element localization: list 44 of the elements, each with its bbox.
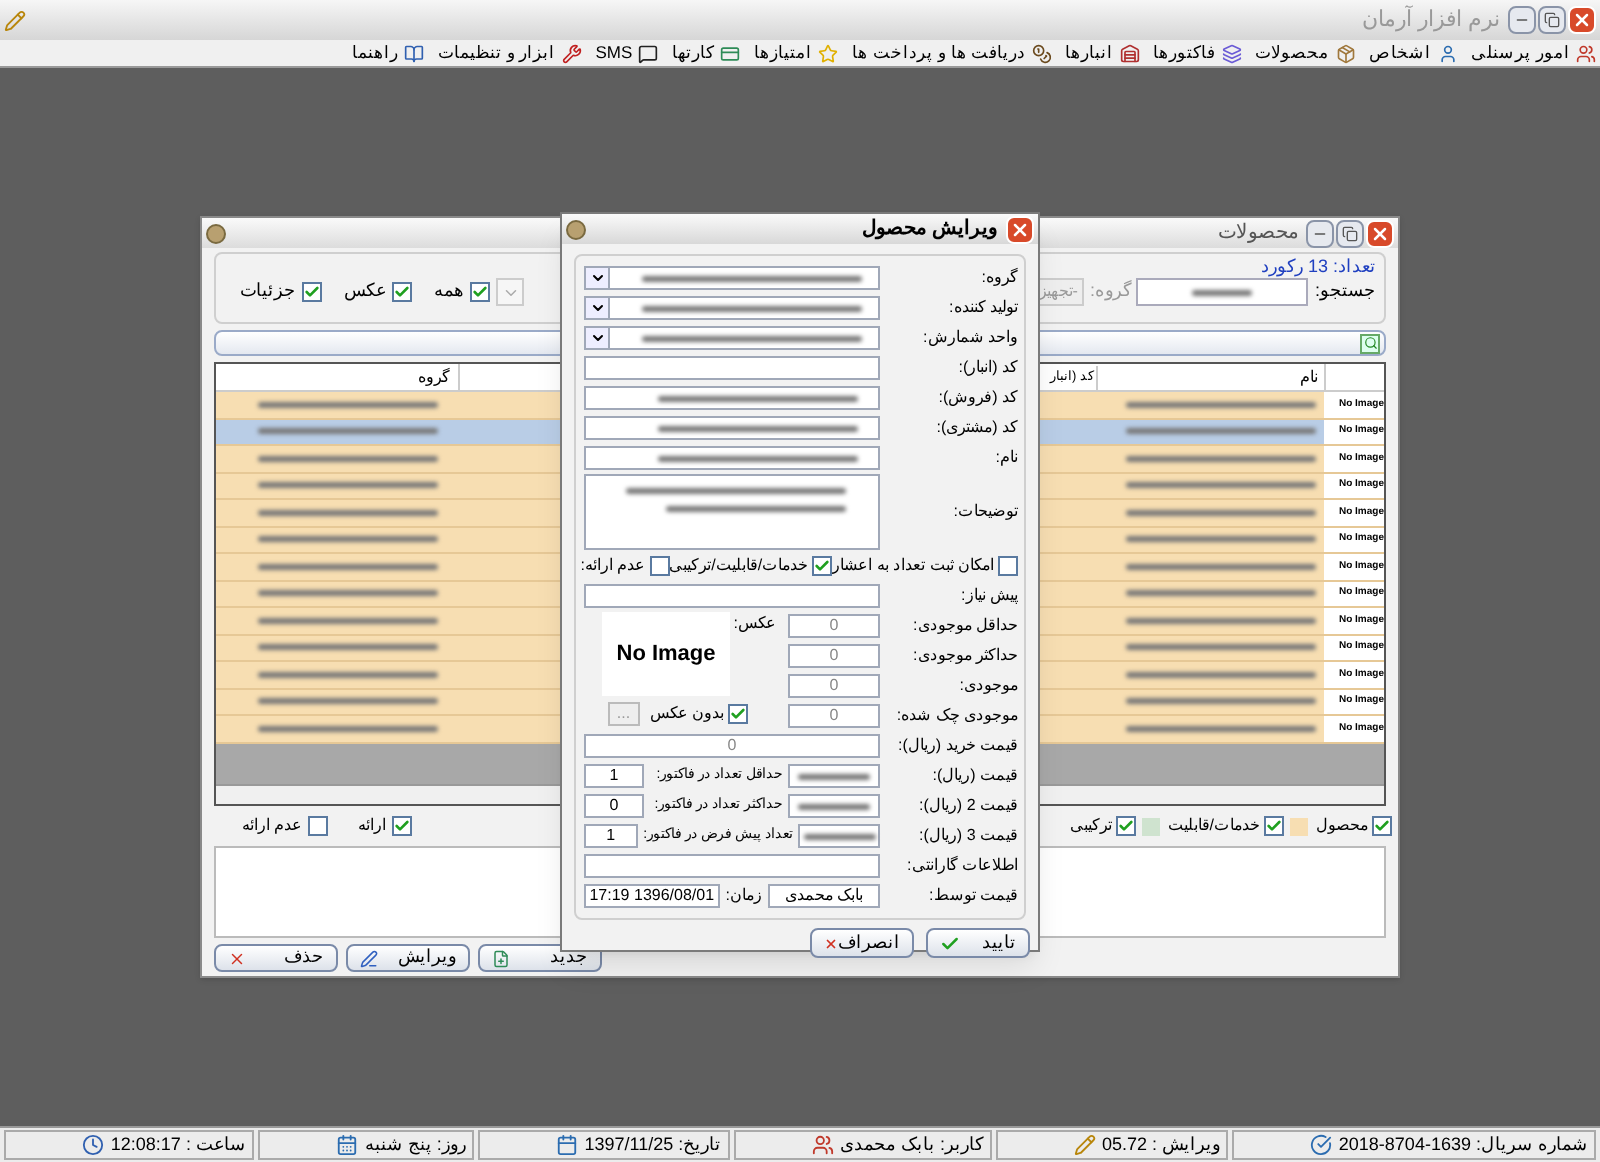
status-text: ساعت : 12:08:17 [110,1131,246,1158]
record-count: تعداد: 13 رکورد [1260,254,1376,278]
field-label: موجودی: [957,674,1018,698]
field-label: واحد شمارش: [921,326,1018,350]
field-label: کد (انبار): [956,356,1018,380]
checkbox-label: ارائه [358,814,387,838]
option-label: عدم ارائه: [580,554,646,578]
field-label: جستجو: [1314,278,1376,305]
legend-label: ترکیبی [1069,814,1112,838]
field-label: توضیحات: [951,500,1018,524]
field-label: موجودی چک شده: [894,704,1018,728]
field-label: حداقل موجودی: [911,614,1018,638]
status-text: روز: پنج شنبه [364,1131,466,1159]
field-label: قیمت (ریال): [930,764,1018,788]
option-label: خدمات/قابلیت/ترکیبی [669,554,809,578]
field-label: کد (فروش): [936,386,1018,410]
field-label: نام: [993,446,1018,470]
field-label: قیمت 2 (ریال): [917,794,1018,818]
checkbox-label: جزئیات [240,278,296,305]
legend-label: محصول [1316,814,1368,838]
window-title: محصولات [1218,220,1298,248]
status-text: ویرایش : 05.72 [1101,1131,1220,1159]
app-title: نرم افزار آرمان [1361,3,1500,36]
field-label: گروه: [1089,278,1131,305]
field-label: قیمت 3 (ریال): [917,824,1018,848]
status-text: تاریخ: 1397/11/25 [584,1131,722,1159]
field-label: قیمت خرید (ریال): [896,734,1018,758]
field-label: حداکثر موجودی: [911,644,1018,668]
image-label: عکس: [736,612,776,636]
field-label: کد (مشتری): [934,416,1018,440]
status-text: شماره سریال: 1639-8704-2018 [1338,1131,1588,1159]
checkbox-label: همه [434,278,464,305]
no-image-text: No Image [616,639,716,670]
field-label: زمان: [725,884,762,908]
option-label: امکان ثبت تعداد به اعشار [832,554,994,578]
dialog-title: ویرایش محصول [862,216,998,244]
checkbox-label: عدم ارائه [242,814,303,838]
checkbox-label: عکس [344,278,386,305]
field-label: پیش نیاز: [959,584,1018,608]
field-label: اطلاعات گارانتی: [905,854,1018,878]
status-text: کاربر: بابک محمدی [840,1131,984,1159]
legend-label: خدمات/قابلیت [1167,814,1260,838]
field-label: قیمت توسط: [927,884,1018,908]
checkbox-label: بدون عکس [649,701,724,725]
